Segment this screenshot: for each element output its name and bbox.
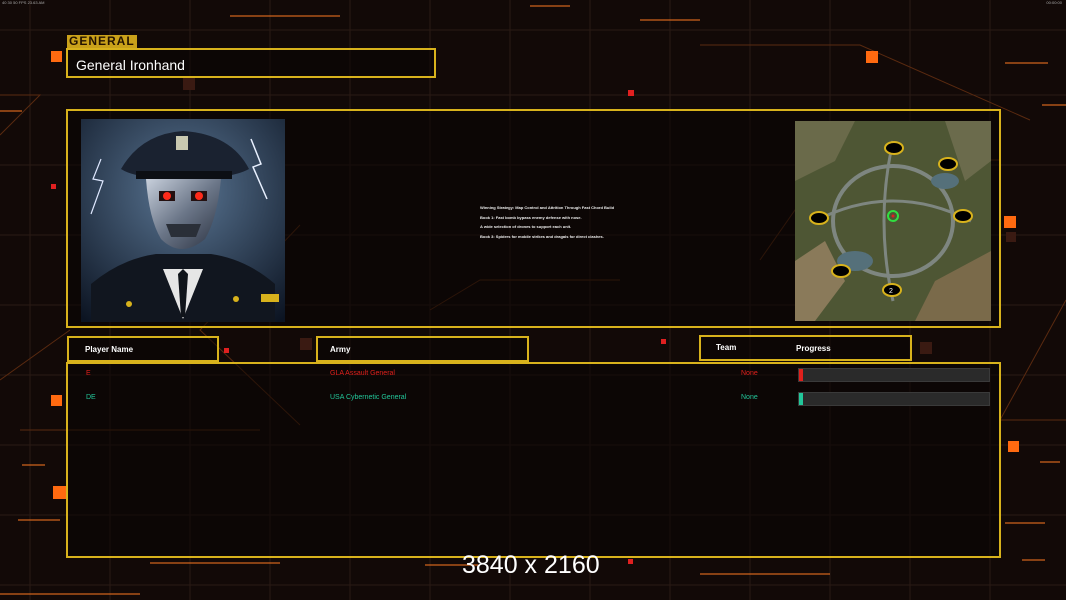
player-army: GLA Assault General bbox=[330, 370, 395, 377]
resolution-label: 3840 x 2160 bbox=[462, 551, 600, 579]
progress-bar bbox=[798, 368, 990, 382]
player-army: USA Cybernetic General bbox=[330, 394, 407, 401]
svg-text:2: 2 bbox=[889, 288, 893, 295]
player-name-label: Player Name bbox=[85, 345, 134, 354]
strategy-line: A wide selection of drones to support ea… bbox=[480, 224, 572, 229]
status-text-right: 00:00:00 bbox=[1046, 0, 1062, 5]
player-team: None bbox=[741, 394, 758, 401]
progress-fill bbox=[799, 369, 803, 381]
general-name: General Ironhand bbox=[76, 57, 185, 73]
player-team: None bbox=[741, 370, 758, 377]
progress-label: Progress bbox=[796, 344, 831, 353]
player-name: E bbox=[86, 370, 91, 377]
progress-bar bbox=[798, 392, 990, 406]
general-portrait bbox=[81, 119, 285, 322]
player-row: E GLA Assault General None bbox=[68, 366, 1003, 384]
strategy-line: Winning Strategy: Map Control and Attrit… bbox=[480, 205, 615, 210]
strategy-text: Winning Strategy: Map Control and Attrit… bbox=[480, 203, 720, 241]
team-label: Team bbox=[716, 343, 737, 352]
map-preview: 2 bbox=[795, 121, 991, 321]
team-progress-header: Team Progress bbox=[699, 335, 912, 361]
player-row: DE USA Cybernetic General None bbox=[68, 390, 1003, 408]
strategy-line: Book 1: Fast bomb bypass enemy defense w… bbox=[480, 214, 582, 220]
general-name-box: General Ironhand bbox=[66, 48, 436, 78]
strategy-line: Book 3: Spiders for mobile strikes and d… bbox=[480, 233, 604, 239]
player-name-header: Player Name bbox=[67, 336, 219, 362]
army-header: Army bbox=[316, 336, 529, 362]
army-label: Army bbox=[330, 345, 351, 354]
players-panel: E GLA Assault General None DE USA Cybern… bbox=[66, 362, 1001, 558]
progress-fill bbox=[799, 393, 803, 405]
general-tag: GENERAL bbox=[67, 35, 137, 48]
general-info-panel: Winning Strategy: Map Control and Attrit… bbox=[66, 109, 1001, 328]
player-name: DE bbox=[86, 394, 96, 401]
status-text-left: 40 30 50 FPS 23.63 AM bbox=[2, 0, 45, 5]
